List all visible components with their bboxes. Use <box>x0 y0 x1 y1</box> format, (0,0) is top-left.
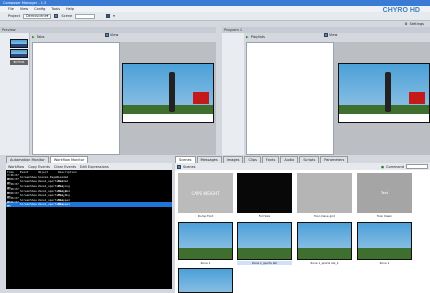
folder-icon <box>177 164 181 169</box>
resource-tabs: Scenes Messages Images Clips Fonts Audio… <box>175 156 349 163</box>
scene-tile-caption: Zone 1 <box>200 261 211 265</box>
project-label: Project <box>8 14 20 18</box>
program-canvas <box>334 42 430 155</box>
scene-tile-partial[interactable] <box>178 268 233 293</box>
scenes-search-input[interactable] <box>406 164 428 169</box>
tab-clips[interactable]: Clips <box>244 156 261 163</box>
program-playlists-label[interactable]: Playlists <box>251 35 265 39</box>
scene-tile-full-size[interactable] <box>237 173 292 213</box>
project-select[interactable]: Demoscene ▾ <box>22 13 52 19</box>
app-logo: CHYRO HD <box>382 7 420 14</box>
preview-thumbs: BUTTON <box>0 33 30 155</box>
scene-tile-toon-dawn[interactable]: Text <box>357 173 412 213</box>
promo-badge <box>409 92 425 104</box>
scene-tile-caption: Dump Font <box>197 214 214 218</box>
scene-icon <box>54 14 59 18</box>
tab-workflow-monitor[interactable]: Workflow Monitor <box>49 156 89 163</box>
menu-help[interactable]: Help <box>66 7 74 11</box>
monitor-tabs: Automation Monitor Workflow Monitor <box>6 156 89 163</box>
chevron-down-icon[interactable]: ▾ <box>113 14 115 18</box>
scene-tile-caption: Toon Dave grid <box>314 214 335 218</box>
workflow-toolbar: Workflow Copy Events Clear Events Edit E… <box>6 163 172 170</box>
scene-tile-caption: Zone 1_sports lab_2 <box>310 261 339 265</box>
main-toolbar: Project Demoscene ▾ Scene ▾ <box>0 12 430 21</box>
presenter-figure <box>169 72 175 112</box>
preview-view-label[interactable]: View <box>110 33 118 37</box>
tab-scenes[interactable]: Scenes <box>175 156 196 163</box>
scene-tile-label: CAPS WEIGHT <box>191 190 220 196</box>
scenes-grid: CAPS WEIGHT Dump Font Full Size Toon Dav… <box>175 170 430 293</box>
scene-tile-label: Text <box>380 191 389 195</box>
scene-tile-zone1[interactable] <box>178 222 233 260</box>
menu-file[interactable]: File <box>8 7 14 11</box>
program-side <box>222 33 244 155</box>
scene-tile-dump-font[interactable]: CAPS WEIGHT <box>178 173 233 213</box>
tab-messages[interactable]: Messages <box>196 156 222 163</box>
tab-automation-monitor[interactable]: Automation Monitor <box>6 156 49 163</box>
scene-tile-caption: Zone 1_sports lab <box>237 261 292 265</box>
preview-tabs-label[interactable]: Tabs <box>37 35 45 39</box>
table-row-selected[interactable]: 3:46:07 PM ScreenShow Zone1_sportsMei St… <box>6 200 172 208</box>
scene-tile-caption: Zone 1 <box>379 261 390 265</box>
program-list[interactable] <box>246 42 334 155</box>
scene-tile-caption: Full Size <box>258 214 271 218</box>
scene-select[interactable] <box>75 13 96 19</box>
scene-tile-zone1-b[interactable] <box>357 222 412 260</box>
preview-title: Preview <box>2 28 16 32</box>
scene-tile-caption: Toon Dawn <box>376 214 393 218</box>
gear-icon[interactable]: ⚙ <box>405 22 408 26</box>
window-title: Composer Manager - 1.3 <box>3 1 47 5</box>
tab-scripts[interactable]: Scripts <box>299 156 320 163</box>
program-view-label[interactable]: View <box>329 33 337 37</box>
monitor-icon[interactable] <box>106 14 111 18</box>
scene-tile-zone1-sports[interactable] <box>237 222 292 260</box>
clear-events-button[interactable]: Clear Events <box>54 165 76 169</box>
tab-images[interactable]: Images <box>222 156 244 163</box>
command-icon[interactable]: ● <box>381 165 384 169</box>
edit-expressions-button[interactable]: Edit Expressions <box>80 165 109 169</box>
promo-badge <box>193 92 209 104</box>
thumb-item[interactable] <box>10 39 28 48</box>
scenes-title: Scenes <box>183 164 196 169</box>
play-icon[interactable]: ▶ <box>246 35 249 39</box>
project-value: Demoscene <box>25 14 47 18</box>
preview-scene <box>122 63 214 123</box>
command-button[interactable]: Command <box>386 165 404 169</box>
thumb-button[interactable]: BUTTON <box>10 60 28 65</box>
preview-canvas <box>120 42 216 155</box>
tab-audio[interactable]: Audio <box>280 156 299 163</box>
program-title: Program 1 <box>224 28 243 32</box>
scene-label: Scene <box>61 14 73 18</box>
menu-config[interactable]: Config <box>34 7 45 11</box>
scenes-toolbar: Scenes ● Command <box>175 163 430 170</box>
ticker-bar <box>339 114 429 122</box>
play-icon[interactable]: ▶ <box>32 35 35 39</box>
settings-label[interactable]: Settings <box>410 22 424 26</box>
workflow-label: Workflow <box>8 164 25 169</box>
view-icon[interactable] <box>105 33 109 37</box>
program-view-toggle[interactable]: View <box>324 33 337 37</box>
program-scene <box>338 63 430 123</box>
scene-tile-toon-grid[interactable] <box>297 173 352 213</box>
preview-list[interactable] <box>32 42 120 155</box>
settings-area[interactable]: ⚙ Settings <box>405 22 425 26</box>
menu-tools[interactable]: Tools <box>51 7 60 11</box>
menu-view[interactable]: View <box>20 7 28 11</box>
workflow-console[interactable]: Time Event Object Description 3:46:07 PM… <box>6 170 172 289</box>
scene-tile-zone1-sports-2[interactable] <box>297 222 352 260</box>
ticker-bar <box>123 114 213 122</box>
view-icon[interactable] <box>324 33 328 37</box>
preview-view-toggle[interactable]: View <box>105 33 118 37</box>
tab-parameters[interactable]: Parameters <box>320 156 349 163</box>
copy-events-button[interactable]: Copy Events <box>28 165 50 169</box>
presenter-figure <box>385 72 391 112</box>
tab-fonts[interactable]: Fonts <box>261 156 280 163</box>
program-tabs-row: ▶ Playlists <box>246 33 332 41</box>
thumb-item[interactable] <box>10 49 28 58</box>
chevron-down-icon: ▾ <box>46 14 49 18</box>
